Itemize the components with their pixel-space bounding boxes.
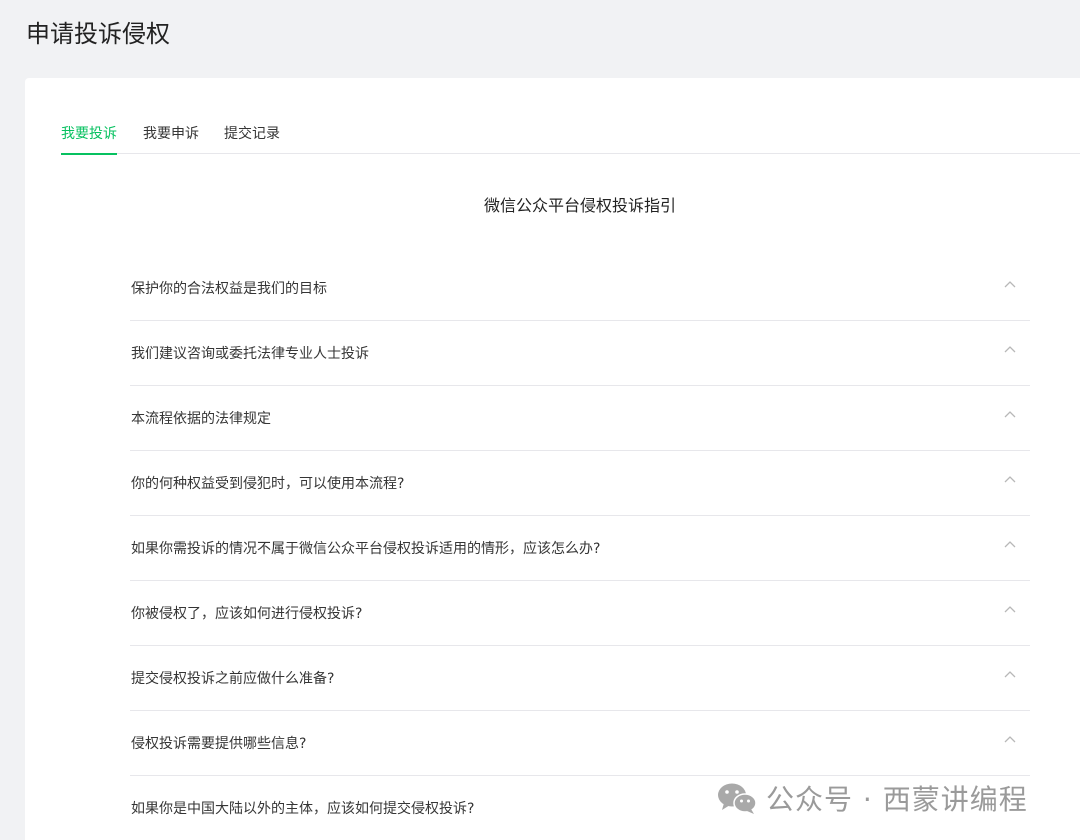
guide-title: 微信公众平台侵权投诉指引 [483, 196, 676, 215]
chevron-up-icon[interactable] [1004, 345, 1016, 355]
tab-records[interactable]: 提交记录 [224, 123, 280, 154]
tab-appeal[interactable]: 我要申诉 [143, 123, 199, 154]
faq-question: 侵权投诉需要提供哪些信息? [131, 736, 307, 752]
faq-list: 保护你的合法权益是我们的目标 我们建议咨询或委托法律专业人士投诉 本流程依据的法… [130, 256, 1030, 840]
faq-question: 如果你需投诉的情况不属于微信公众平台侵权投诉适用的情形，应该怎么办? [131, 541, 601, 557]
faq-item[interactable]: 我们建议咨询或委托法律专业人士投诉 [130, 321, 1030, 386]
chevron-up-icon[interactable] [1004, 540, 1016, 550]
faq-question: 保护你的合法权益是我们的目标 [131, 281, 327, 297]
wechat-icon [718, 783, 757, 814]
watermark: 公众号 · 西蒙讲编程 [716, 778, 1028, 818]
faq-question: 提交侵权投诉之前应做什么准备? [131, 671, 335, 687]
faq-question: 本流程依据的法律规定 [131, 411, 271, 427]
chevron-up-icon[interactable] [1004, 475, 1016, 485]
faq-item[interactable]: 你被侵权了，应该如何进行侵权投诉? [130, 581, 1030, 646]
faq-item[interactable]: 如果你需投诉的情况不属于微信公众平台侵权投诉适用的情形，应该怎么办? [130, 516, 1030, 581]
faq-question: 你的何种权益受到侵犯时，可以使用本流程? [131, 476, 405, 492]
chevron-up-icon[interactable] [1004, 735, 1016, 745]
watermark-text: 公众号 · 西蒙讲编程 [766, 783, 1028, 816]
faq-question: 我们建议咨询或委托法律专业人士投诉 [131, 346, 369, 362]
faq-item[interactable]: 保护你的合法权益是我们的目标 [130, 256, 1030, 321]
tab-bar: 我要投诉 我要申诉 提交记录 [61, 78, 1080, 155]
faq-item[interactable]: 提交侵权投诉之前应做什么准备? [130, 646, 1030, 711]
chevron-up-icon[interactable] [1004, 605, 1016, 615]
page-title: 申请投诉侵权 [26, 20, 170, 48]
faq-item[interactable]: 侵权投诉需要提供哪些信息? [130, 711, 1030, 776]
chevron-up-icon[interactable] [1004, 670, 1016, 680]
complaint-card: 我要投诉 我要申诉 提交记录 微信公众平台侵权投诉指引 保护你的合法权益是我们的… [25, 78, 1080, 840]
faq-question: 你被侵权了，应该如何进行侵权投诉? [131, 606, 363, 622]
chevron-up-icon[interactable] [1004, 410, 1016, 420]
faq-item[interactable]: 你的何种权益受到侵犯时，可以使用本流程? [130, 451, 1030, 516]
faq-question: 如果你是中国大陆以外的主体，应该如何提交侵权投诉? [131, 801, 475, 817]
faq-item[interactable]: 本流程依据的法律规定 [130, 386, 1030, 451]
tab-complain[interactable]: 我要投诉 [61, 123, 117, 155]
chevron-up-icon[interactable] [1004, 280, 1016, 290]
